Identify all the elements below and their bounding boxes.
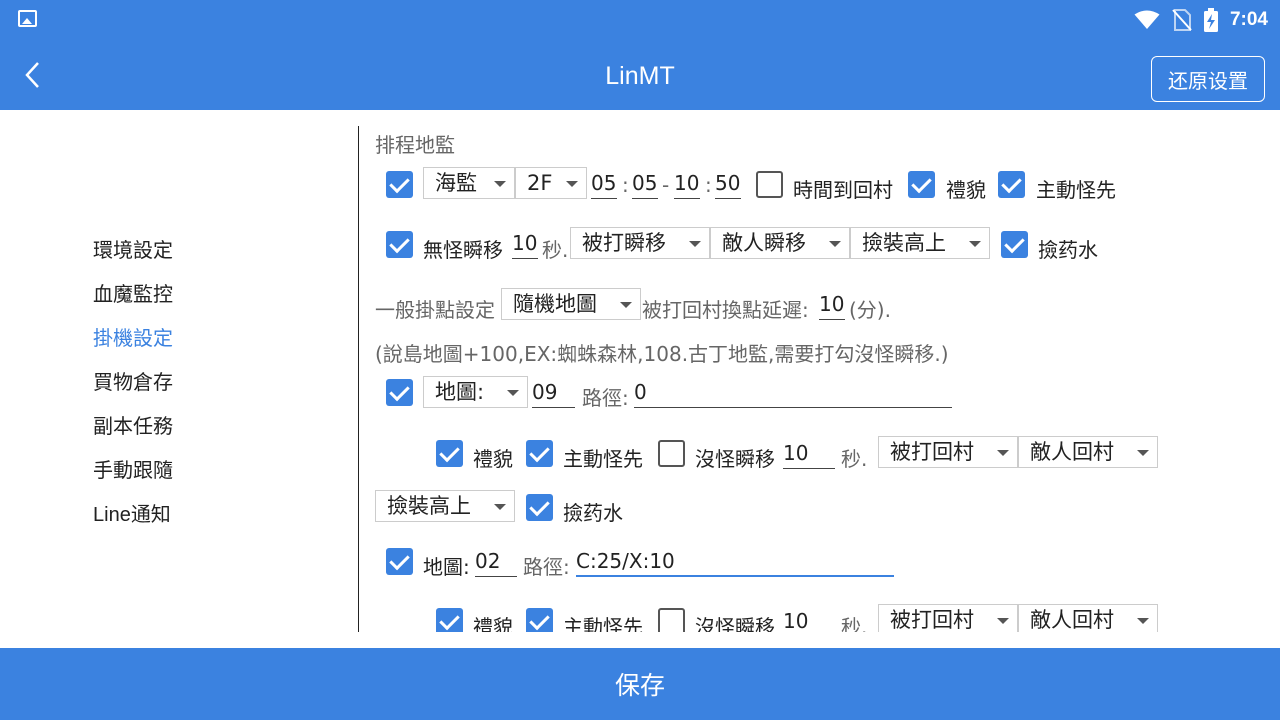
spot2-enemy-action-select[interactable]: 敵人回村	[1018, 604, 1158, 632]
spot2-map-label: 地圖:	[423, 555, 470, 579]
spot2-enabled-checkbox[interactable]	[386, 548, 413, 575]
spot2-aggressive-label: 主動怪先	[563, 615, 643, 632]
general-spot-label: 一般掛點設定	[375, 298, 495, 322]
spot2-no-monster-teleport-label: 沒怪瞬移	[695, 615, 775, 632]
spot1-pick-potion-label: 撿药水	[563, 501, 623, 525]
courtesy-label: 禮貌	[946, 178, 986, 202]
spot2-path-field[interactable]: C:25/X:10	[576, 547, 894, 577]
spot1-enabled-checkbox[interactable]	[386, 379, 413, 406]
aggressive-first-checkbox[interactable]	[998, 171, 1025, 198]
sidebar-item-manual-follow[interactable]: 手動跟隨	[93, 454, 173, 483]
pick-potion-checkbox[interactable]	[1001, 231, 1028, 258]
sidebar-item-shopping-storage[interactable]: 買物倉存	[93, 366, 173, 395]
spot1-courtesy-checkbox[interactable]	[436, 440, 463, 467]
spot2-hit-action-select[interactable]: 被打回村	[878, 604, 1018, 632]
teleport-seconds-field[interactable]: 10	[512, 229, 538, 259]
courtesy-checkbox[interactable]	[908, 171, 935, 198]
sidebar-item-line-notify[interactable]: Line通知	[93, 498, 171, 527]
spot1-map-id-field[interactable]: 09	[532, 378, 575, 408]
spot1-seconds-unit: 秒.	[841, 447, 868, 471]
spot1-aggressive-label: 主動怪先	[563, 447, 643, 471]
sidebar-item-hp-monitor[interactable]: 血魔監控	[93, 278, 173, 307]
end-minute-field[interactable]: 50	[715, 169, 741, 199]
aggressive-first-label: 主動怪先	[1036, 178, 1116, 202]
sidebar-item-dungeon-quests[interactable]: 副本任務	[93, 410, 173, 439]
loot-option-select[interactable]: 撿裝高上	[850, 227, 990, 259]
spot1-enemy-action-select[interactable]: 敵人回村	[1018, 436, 1158, 468]
image-icon	[18, 10, 37, 27]
return-on-time-label: 時間到回村	[793, 178, 893, 202]
battery-charging-icon	[1203, 8, 1218, 32]
spot1-no-monster-teleport-label: 沒怪瞬移	[695, 447, 775, 471]
map-hint-text: (說島地圖+100,EX:蜘蛛森林,108.古丁地監,需要打勾沒怪瞬移.)	[375, 342, 949, 366]
sidebar-item-environment[interactable]: 環境設定	[93, 234, 173, 263]
spot1-loot-option-select[interactable]: 撿裝高上	[375, 490, 515, 522]
spot1-aggressive-checkbox[interactable]	[526, 440, 553, 467]
settings-sidebar: 環境設定 血魔監控 掛機設定 買物倉存 副本任務 手動跟隨 Line通知	[0, 110, 358, 648]
hit-action-select[interactable]: 被打瞬移	[570, 227, 710, 259]
time-range-dash: -	[662, 173, 670, 197]
return-delay-field[interactable]: 10	[819, 290, 845, 320]
spot1-no-monster-teleport-checkbox[interactable]	[658, 440, 685, 467]
pick-potion-label: 撿药水	[1038, 238, 1098, 262]
app-title: LinMT	[605, 62, 675, 90]
return-on-time-checkbox[interactable]	[756, 171, 783, 198]
spot2-courtesy-checkbox[interactable]	[436, 608, 463, 632]
save-button[interactable]: 保存	[0, 648, 1280, 720]
spot1-courtesy-label: 禮貌	[473, 447, 513, 471]
app-bar: LinMT 还原设置	[0, 40, 1280, 110]
dungeon-select[interactable]: 海監	[423, 167, 515, 199]
spot1-path-field[interactable]: 0	[634, 378, 952, 408]
start-minute-field[interactable]: 05	[632, 169, 658, 199]
enemy-action-select[interactable]: 敵人瞬移	[710, 227, 850, 259]
spot2-path-label: 路徑:	[523, 555, 570, 579]
spot2-aggressive-checkbox[interactable]	[526, 608, 553, 632]
section-title-schedule: 排程地監	[375, 133, 455, 157]
system-icons: 7:04	[1134, 6, 1268, 34]
clock: 7:04	[1229, 9, 1268, 30]
no-sim-icon	[1172, 9, 1192, 31]
spot1-pick-potion-checkbox[interactable]	[526, 494, 553, 521]
no-monster-teleport-checkbox[interactable]	[386, 231, 413, 258]
spot2-no-monster-teleport-checkbox[interactable]	[658, 608, 685, 632]
map-mode-select[interactable]: 隨機地圖	[501, 288, 641, 320]
end-hour-field[interactable]: 10	[674, 169, 700, 199]
spot2-seconds-unit: 秒.	[841, 615, 868, 632]
spot2-courtesy-label: 禮貌	[473, 615, 513, 632]
spot1-hit-action-select[interactable]: 被打回村	[878, 436, 1018, 468]
spot2-seconds-field[interactable]: 10	[783, 607, 835, 632]
floor-select[interactable]: 2F	[515, 167, 587, 199]
settings-content[interactable]: 排程地監 海監 2F 05 : 05 - 10 : 50 時間到回村 禮貌 主動…	[360, 110, 1280, 632]
delay-unit: (分).	[849, 298, 891, 322]
spot1-seconds-field[interactable]: 10	[783, 439, 835, 469]
seconds-unit: 秒.	[542, 238, 569, 262]
reset-settings-button[interactable]: 还原设置	[1151, 56, 1265, 102]
time-separator: :	[622, 173, 629, 197]
sidebar-divider	[358, 126, 359, 632]
return-delay-label: 被打回村換點延遲:	[642, 298, 809, 322]
wifi-icon	[1134, 10, 1160, 29]
start-hour-field[interactable]: 05	[591, 169, 617, 199]
status-bar: 7:04	[0, 0, 1280, 40]
schedule-enabled-checkbox[interactable]	[386, 171, 413, 198]
spot1-map-select[interactable]: 地圖:	[423, 376, 528, 408]
time-separator: :	[705, 173, 712, 197]
no-monster-teleport-label: 無怪瞬移	[423, 238, 503, 262]
spot2-map-id-field[interactable]: 02	[475, 547, 517, 577]
spot1-path-label: 路徑:	[582, 386, 629, 410]
sidebar-item-idle-settings[interactable]: 掛機設定	[93, 322, 173, 351]
